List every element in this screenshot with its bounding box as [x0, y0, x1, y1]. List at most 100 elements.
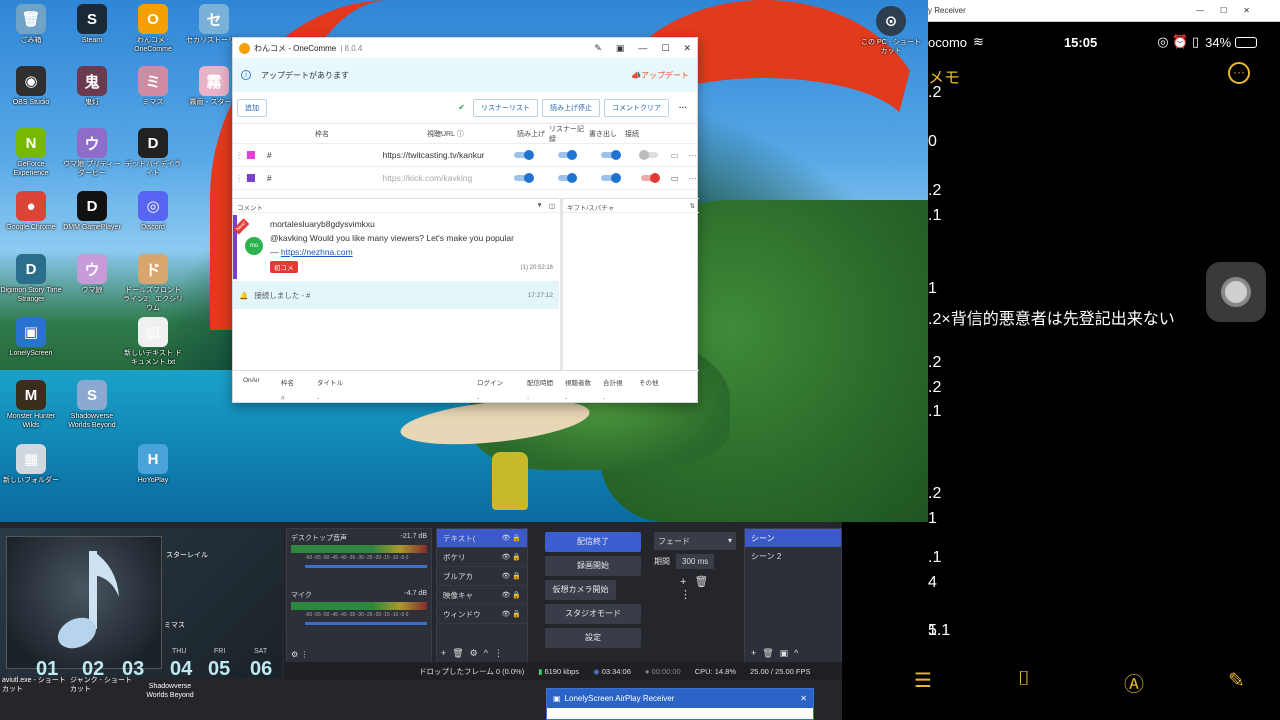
- listener-toggle[interactable]: [557, 150, 577, 160]
- scene-item[interactable]: シーン 2: [745, 547, 841, 565]
- volume-slider[interactable]: [305, 562, 464, 570]
- shortcut-label[interactable]: Shadowverse Worlds Beyond: [140, 682, 200, 700]
- volume-slider[interactable]: [305, 619, 464, 627]
- visibility-lock-icon[interactable]: 👁 🔒: [501, 534, 521, 542]
- column-header[interactable]: 視聴者数: [565, 377, 603, 387]
- desktop-icon[interactable]: ◉ OBS Studio: [0, 66, 62, 107]
- maximize-icon[interactable]: ☐: [661, 43, 669, 54]
- desktop-icon[interactable]: D DMM GamePlayer: [61, 191, 123, 232]
- drag-handle-icon[interactable]: ⋮⋮: [235, 174, 251, 183]
- scene-actions[interactable]: +🗑▣^: [751, 648, 804, 659]
- markup-icon[interactable]: Ⓐ: [1124, 668, 1144, 697]
- table-row[interactable]: ⋮⋮ # https://kick.com/kavking ▭ ···: [233, 167, 697, 190]
- color-swatch[interactable]: [247, 174, 255, 182]
- scene-item[interactable]: シーン: [745, 529, 841, 547]
- stop-reading-button[interactable]: 読み上げ停止: [542, 98, 600, 117]
- assistive-touch-button[interactable]: [1206, 262, 1266, 322]
- column-header[interactable]: 合計視: [603, 377, 639, 387]
- compose-icon[interactable]: ✎: [1228, 668, 1245, 693]
- more-icon[interactable]: ···: [689, 173, 698, 183]
- source-item[interactable]: テキスト(👁 🔒: [437, 529, 527, 548]
- source-item[interactable]: ボケリ 👁 🔒: [437, 548, 527, 567]
- column-header[interactable]: 枠名: [281, 377, 317, 387]
- pin-icon[interactable]: ✎: [594, 43, 602, 54]
- desktop-icon[interactable]: ミミマス: [122, 66, 184, 107]
- listener-list-button[interactable]: リスナーリスト: [473, 98, 538, 117]
- comment-link[interactable]: https://nezhna.com: [281, 247, 353, 257]
- studio-mode-button[interactable]: スタジオモード: [545, 604, 641, 624]
- source-item[interactable]: 映像キャ 👁 🔒: [437, 586, 527, 605]
- comment-clear-button[interactable]: コメントクリア: [604, 98, 669, 117]
- desktop-icon[interactable]: ● Google Chrome: [0, 191, 62, 232]
- window-controls[interactable]: —☐✕: [1196, 6, 1266, 15]
- filter-icon[interactable]: ▼: [536, 202, 542, 209]
- desktop-icon[interactable]: D Digimon Story Time Stranger: [0, 254, 62, 304]
- more-icon[interactable]: ···: [689, 150, 698, 160]
- close-icon[interactable]: ✕: [683, 43, 691, 54]
- duration-input[interactable]: 300 ms: [676, 554, 715, 569]
- url-field[interactable]: https://twitcasting.tv/kankur: [382, 150, 505, 160]
- update-button[interactable]: 📣アップデート: [631, 70, 689, 81]
- desktop-icon[interactable]: N GeForce Experience: [0, 128, 62, 178]
- write-toggle[interactable]: [601, 173, 621, 183]
- column-header[interactable]: OnAir: [243, 377, 281, 387]
- desktop-icon[interactable]: M Monster Hunter Wilds: [0, 380, 62, 430]
- desktop-icon[interactable]: ◎ Discord: [122, 191, 184, 232]
- desktop-icon[interactable]: 🗑 ごみ箱: [0, 4, 62, 45]
- transition-select[interactable]: フェード ▾: [654, 532, 736, 550]
- write-toggle[interactable]: [601, 150, 621, 160]
- source-actions[interactable]: +🗑⚙︎^⋮: [441, 648, 509, 659]
- desktop-icon[interactable]: ドドールズフロントライン2：エクシリウム: [122, 254, 184, 313]
- settings-gear-icon[interactable]: ⚙ ⋮: [291, 650, 308, 659]
- desktop-icon[interactable]: O わんコメ - OneComme: [122, 4, 184, 54]
- desktop-icon[interactable]: ウウマ娘: [61, 254, 123, 295]
- visibility-lock-icon[interactable]: 👁 🔒: [501, 572, 521, 580]
- desktop-icon[interactable]: D デッドバイデイライト: [122, 128, 184, 178]
- add-button[interactable]: 追加: [237, 98, 267, 117]
- column-header[interactable]: 配信時間: [527, 377, 565, 387]
- connect-toggle[interactable]: [640, 173, 661, 183]
- transition-actions[interactable]: +🗑⋮: [680, 575, 710, 601]
- desktop-icon[interactable]: H HoYoPlay: [122, 444, 184, 485]
- more-icon[interactable]: ···: [679, 103, 687, 112]
- color-swatch[interactable]: [247, 151, 255, 159]
- camera-icon[interactable]: ⌷: [1018, 668, 1030, 691]
- desktop-icon[interactable]: ▣ LonelyScreen: [0, 317, 62, 358]
- settings-button[interactable]: 設定: [545, 628, 641, 648]
- comment-item[interactable]: New! mo mortalesluaryb8gdysvimkxu @kavki…: [233, 215, 559, 279]
- visibility-lock-icon[interactable]: 👁 🔒: [501, 610, 521, 618]
- column-header[interactable]: タイトル: [317, 377, 477, 387]
- desktop-icon[interactable]: ▦ 新しいフォルダー: [0, 444, 62, 485]
- read-toggle[interactable]: [513, 173, 534, 183]
- overlay-icon[interactable]: ▣: [616, 43, 625, 54]
- desktop-icon[interactable]: 鬼鬼灯: [61, 66, 123, 107]
- comment-icon[interactable]: ▭: [670, 173, 678, 184]
- desktop-icon[interactable]: ▤ 新しいテキスト ドキュメント.txt: [122, 317, 184, 367]
- drag-handle-icon[interactable]: ⋮⋮: [235, 151, 251, 160]
- source-item[interactable]: ウィンドウ 👁 🔒: [437, 605, 527, 624]
- more-options-icon[interactable]: ···: [1228, 62, 1250, 84]
- checklist-icon[interactable]: ☰: [914, 668, 932, 693]
- table-row[interactable]: ⋮⋮ # https://twitcasting.tv/kankur ▭ ···: [233, 144, 697, 167]
- stop-stream-button[interactable]: 配信終了: [545, 532, 641, 552]
- obs-preview[interactable]: スターレイル ミマス: [0, 528, 282, 678]
- comment-icon[interactable]: ▭: [670, 150, 678, 161]
- virtual-camera-button[interactable]: 仮想カメラ開始: [545, 580, 616, 600]
- read-toggle[interactable]: [513, 150, 534, 160]
- visibility-lock-icon[interactable]: 👁 🔒: [501, 591, 521, 599]
- column-header[interactable]: ログイン: [477, 377, 527, 387]
- visibility-lock-icon[interactable]: 👁 🔒: [501, 553, 521, 561]
- url-field[interactable]: https://kick.com/kavking: [382, 173, 505, 183]
- desktop-icon[interactable]: S Steam: [61, 4, 123, 45]
- close-icon[interactable]: ✕: [800, 694, 807, 703]
- sort-icon[interactable]: ⇅: [690, 202, 695, 210]
- desktop-icon[interactable]: ウウマ娘 プリティーダービー: [61, 128, 123, 178]
- start-recording-button[interactable]: 録画開始: [545, 556, 641, 576]
- connect-toggle[interactable]: [638, 150, 659, 160]
- column-header[interactable]: その他: [639, 377, 679, 387]
- listener-toggle[interactable]: [557, 173, 577, 183]
- minimize-icon[interactable]: —: [638, 43, 647, 54]
- shortcut-label[interactable]: aviutl.exe - ショートカット: [2, 676, 72, 694]
- desktop-icon[interactable]: S Shadowverse Worlds Beyond: [61, 380, 123, 430]
- layout-icon[interactable]: ◫: [549, 202, 555, 210]
